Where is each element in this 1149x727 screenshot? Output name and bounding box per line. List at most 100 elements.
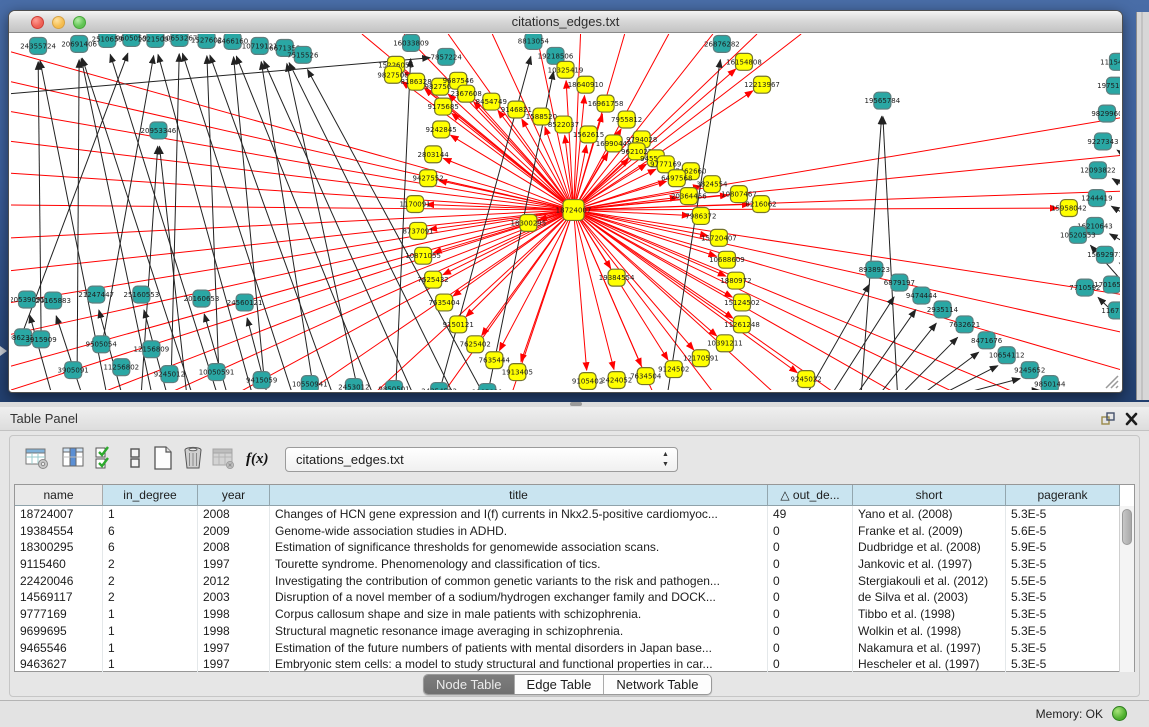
table-cell-in_degree[interactable]: 6 [103,539,198,556]
table-cell-year[interactable]: 2008 [198,539,270,556]
table-cell-pagerank[interactable]: 5.3E-5 [1006,556,1120,573]
table-cell-short[interactable]: Hescheler et al. (1997) [853,656,1006,673]
table-cell-out_degree[interactable]: 0 [768,623,853,640]
table-cell-year[interactable]: 1998 [198,623,270,640]
table-cell-short[interactable]: de Silva et al. (2003) [853,589,1006,606]
table-cell-name[interactable]: 9115460 [15,556,103,573]
window-titlebar[interactable]: citations_edges.txt [9,11,1122,33]
table-cell-short[interactable]: Dudbridge et al. (2008) [853,539,1006,556]
column-header-out_degree[interactable]: △ out_de... [768,485,853,506]
table-cell-name[interactable]: 14569117 [15,589,103,606]
table-cell-name[interactable]: 9777169 [15,606,103,623]
table-cell-title[interactable]: Genome-wide association studies in ADHD. [270,523,768,540]
table-cell-title[interactable]: Tourette syndrome. Phenomenology and cla… [270,556,768,573]
table-cell-out_degree[interactable]: 0 [768,640,853,657]
table-cell-short[interactable]: Jankovic et al. (1997) [853,556,1006,573]
column-visibility-button[interactable] [60,445,86,471]
toggle-view-button[interactable] [122,445,148,471]
table-cell-year[interactable]: 1997 [198,656,270,673]
table-cell-short[interactable]: Yano et al. (2008) [853,506,1006,523]
table-cell-out_degree[interactable]: 49 [768,506,853,523]
table-cell-pagerank[interactable]: 5.3E-5 [1006,589,1120,606]
table-cell-short[interactable]: Franke et al. (2009) [853,523,1006,540]
table-cell-pagerank[interactable]: 5.5E-5 [1006,573,1120,590]
table-row[interactable]: 1456911722003Disruption of a novel membe… [15,589,1134,606]
table-row[interactable]: 977716911998Corpus callosum shape and si… [15,606,1134,623]
delete-column-button[interactable] [180,445,206,471]
column-header-pagerank[interactable]: pagerank [1006,485,1120,506]
table-cell-pagerank[interactable]: 5.3E-5 [1006,640,1120,657]
table-cell-title[interactable]: Estimation of significance thresholds fo… [270,539,768,556]
table-cell-pagerank[interactable]: 5.3E-5 [1006,623,1120,640]
close-panel-button[interactable] [1124,412,1139,426]
table-cell-year[interactable]: 2003 [198,589,270,606]
table-cell-out_degree[interactable]: 0 [768,589,853,606]
table-cell-year[interactable]: 1997 [198,556,270,573]
divider-handle-icon[interactable] [570,402,582,406]
table-row[interactable]: 1872400712008Changes of HCN gene express… [15,506,1134,523]
column-header-name[interactable]: name [15,485,103,506]
table-cell-out_degree[interactable]: 0 [768,573,853,590]
table-cell-name[interactable]: 18300295 [15,539,103,556]
table-cell-short[interactable]: Stergiakouli et al. (2012) [853,573,1006,590]
table-row[interactable]: 1938455462009Genome-wide association stu… [15,523,1134,540]
column-header-in_degree[interactable]: in_degree [103,485,198,506]
table-cell-short[interactable]: Wolkin et al. (1998) [853,623,1006,640]
table-cell-year[interactable]: 2008 [198,506,270,523]
vertical-scrollbar[interactable] [1119,506,1134,672]
new-column-button[interactable] [150,445,176,471]
tab-edge-table[interactable]: Edge Table [515,675,605,695]
table-row[interactable]: 911546021997Tourette syndrome. Phenomeno… [15,556,1134,573]
table-cell-short[interactable]: Tibbo et al. (1998) [853,606,1006,623]
table-cell-pagerank[interactable]: 5.9E-5 [1006,539,1120,556]
table-cell-pagerank[interactable]: 5.3E-5 [1006,606,1120,623]
table-cell-in_degree[interactable]: 2 [103,556,198,573]
table-cell-out_degree[interactable]: 0 [768,656,853,673]
table-cell-name[interactable]: 9465546 [15,640,103,657]
network-canvas[interactable]: 2435572420691406251065996050591021509310… [11,34,1120,390]
table-row[interactable]: 2242004622012Investigating the contribut… [15,573,1134,590]
select-columns-button[interactable] [92,445,118,471]
table-cell-pagerank[interactable]: 5.6E-5 [1006,523,1120,540]
table-cell-year[interactable]: 1998 [198,606,270,623]
table-cell-short[interactable]: Nakamura et al. (1997) [853,640,1006,657]
table-cell-title[interactable]: Estimation of the future numbers of pati… [270,640,768,657]
table-cell-pagerank[interactable]: 5.3E-5 [1006,506,1120,523]
table-cell-title[interactable]: Corpus callosum shape and size in male p… [270,606,768,623]
table-cell-out_degree[interactable]: 0 [768,556,853,573]
table-cell-name[interactable]: 19384554 [15,523,103,540]
resize-grip-icon[interactable] [1103,373,1119,389]
column-header-short[interactable]: short [853,485,1006,506]
table-cell-pagerank[interactable]: 5.3E-5 [1006,656,1120,673]
table-row[interactable]: 946362711997Embryonic stem cells: a mode… [15,656,1134,673]
table-cell-in_degree[interactable]: 1 [103,506,198,523]
table-settings-button[interactable] [24,445,50,471]
table-cell-year[interactable]: 2009 [198,523,270,540]
table-cell-in_degree[interactable]: 1 [103,640,198,657]
table-cell-title[interactable]: Disruption of a novel member of a sodium… [270,589,768,606]
table-cell-in_degree[interactable]: 1 [103,656,198,673]
column-header-title[interactable]: title [270,485,768,506]
scrollbar-thumb[interactable] [1122,509,1132,545]
table-cell-in_degree[interactable]: 6 [103,523,198,540]
table-cell-in_degree[interactable]: 2 [103,589,198,606]
table-row[interactable]: 969969511998Structural magnetic resonanc… [15,623,1134,640]
table-cell-year[interactable]: 2012 [198,573,270,590]
table-cell-name[interactable]: 22420046 [15,573,103,590]
table-cell-out_degree[interactable]: 0 [768,606,853,623]
table-cell-out_degree[interactable]: 0 [768,539,853,556]
table-cell-name[interactable]: 9463627 [15,656,103,673]
network-table-selector[interactable]: citations_edges.txt ▲▼ [285,447,678,472]
tab-network-table[interactable]: Network Table [604,675,710,695]
table-cell-in_degree[interactable]: 1 [103,623,198,640]
tab-node-table[interactable]: Node Table [424,675,515,695]
table-cell-title[interactable]: Changes of HCN gene expression and I(f) … [270,506,768,523]
memory-indicator-icon[interactable] [1112,706,1127,721]
table-cell-title[interactable]: Investigating the contribution of common… [270,573,768,590]
table-cell-title[interactable]: Embryonic stem cells: a model to study s… [270,656,768,673]
table-cell-out_degree[interactable]: 0 [768,523,853,540]
table-cell-in_degree[interactable]: 1 [103,606,198,623]
table-cell-year[interactable]: 1997 [198,640,270,657]
table-cell-name[interactable]: 18724007 [15,506,103,523]
table-cell-title[interactable]: Structural magnetic resonance image aver… [270,623,768,640]
